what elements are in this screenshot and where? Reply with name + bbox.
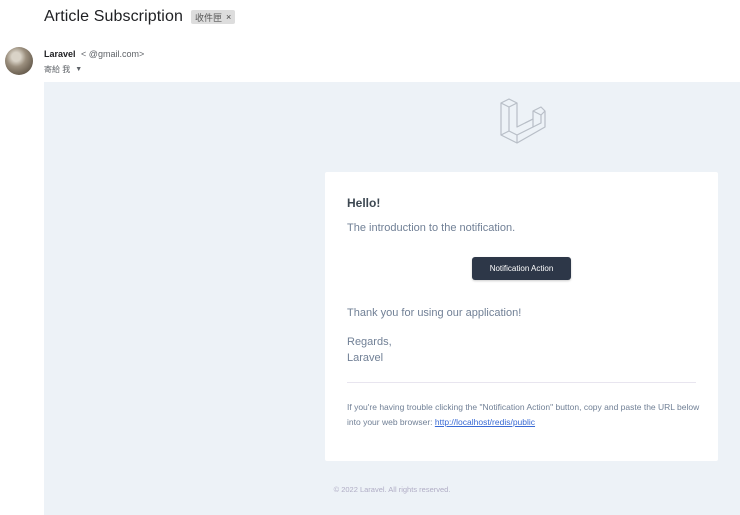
salutation: Regards, Laravel bbox=[347, 334, 392, 366]
message-card: Hello! The introduction to the notificat… bbox=[325, 172, 718, 461]
recipient-text: 寄給 我 bbox=[44, 65, 71, 74]
divider bbox=[347, 382, 696, 383]
details-dropdown-icon[interactable]: ▼ bbox=[75, 66, 82, 73]
sender-name[interactable]: Laravel bbox=[44, 49, 76, 59]
email-body-canvas: Hello! The introduction to the notificat… bbox=[44, 82, 740, 515]
recipient-line: 寄給 我 ▼ bbox=[44, 64, 82, 75]
email-subject: Article Subscription bbox=[44, 8, 183, 25]
sender-email: < @gmail.com> bbox=[81, 49, 145, 59]
remove-label-icon[interactable]: × bbox=[226, 12, 231, 22]
action-url-link[interactable]: http://localhost/redis/public bbox=[435, 417, 535, 427]
inbox-label-chip[interactable]: 收件匣 × bbox=[190, 10, 236, 24]
laravel-logo-icon bbox=[500, 98, 546, 144]
sender-avatar[interactable] bbox=[5, 47, 33, 75]
salutation-line-1: Regards, bbox=[347, 336, 392, 348]
sender-line: Laravel < @gmail.com> bbox=[44, 49, 144, 59]
subject-row: Article Subscription 收件匣 × bbox=[44, 8, 236, 26]
subcopy: If you're having trouble clicking the "N… bbox=[347, 400, 703, 430]
greeting: Hello! bbox=[347, 196, 381, 210]
intro-line: The introduction to the notification. bbox=[347, 222, 516, 234]
salutation-line-2: Laravel bbox=[347, 352, 384, 364]
inbox-label-text: 收件匣 bbox=[194, 12, 222, 23]
outro-line: Thank you for using our application! bbox=[347, 307, 522, 319]
notification-action-button[interactable]: Notification Action bbox=[472, 257, 571, 280]
copyright-footer: © 2022 Laravel. All rights reserved. bbox=[333, 485, 451, 494]
